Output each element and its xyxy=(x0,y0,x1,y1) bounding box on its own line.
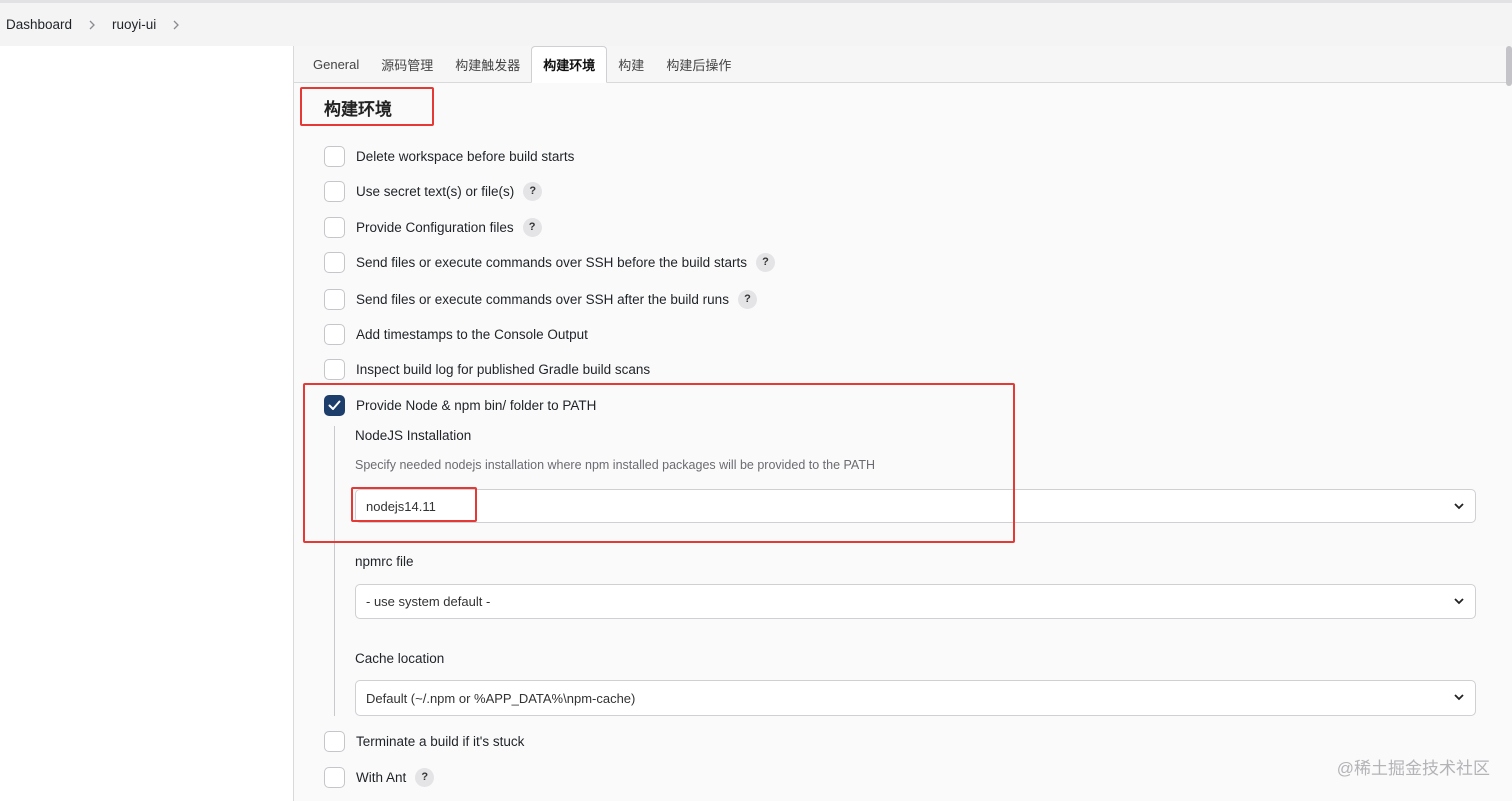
option-with-ant[interactable]: With Ant ? xyxy=(324,765,435,789)
tab-build[interactable]: 构建 xyxy=(607,46,655,82)
chevron-down-icon xyxy=(1454,694,1464,701)
tab-build-environment[interactable]: 构建环境 xyxy=(531,46,608,83)
option-gradle-scans[interactable]: Inspect build log for published Gradle b… xyxy=(324,357,650,381)
npmrc-value: - use system default - xyxy=(366,594,491,609)
checkbox[interactable] xyxy=(324,288,345,310)
option-secret-text[interactable]: Use secret text(s) or file(s) ? xyxy=(324,179,543,203)
tab-build-triggers[interactable]: 构建触发器 xyxy=(444,46,531,82)
check-icon xyxy=(328,400,341,410)
help-icon[interactable]: ? xyxy=(415,767,435,787)
option-label: Inspect build log for published Gradle b… xyxy=(356,361,651,377)
chevron-right-icon xyxy=(88,20,96,30)
option-label: Terminate a build if it's stuck xyxy=(356,733,525,749)
option-terminate-stuck[interactable]: Terminate a build if it's stuck xyxy=(324,729,524,753)
cache-location-select[interactable]: Default (~/.npm or %APP_DATA%\npm-cache) xyxy=(355,680,1476,716)
scrollbar[interactable] xyxy=(1506,46,1512,86)
npmrc-label: npmrc file xyxy=(355,554,414,569)
option-ssh-after[interactable]: Send files or execute commands over SSH … xyxy=(324,287,757,311)
breadcrumb-project[interactable]: ruoyi-ui xyxy=(112,17,156,32)
checkbox[interactable] xyxy=(324,145,345,167)
checkbox[interactable] xyxy=(324,730,345,752)
npmrc-select[interactable]: - use system default - xyxy=(355,584,1476,619)
option-delete-workspace[interactable]: Delete workspace before build starts xyxy=(324,144,574,168)
help-icon[interactable]: ? xyxy=(523,181,543,201)
nodejs-installation-desc: Specify needed nodejs installation where… xyxy=(355,458,875,472)
nodejs-installation-select[interactable]: nodejs14.11 xyxy=(355,489,1476,523)
config-main: General 源码管理 构建触发器 构建环境 构建 构建后操作 构建环境 De… xyxy=(294,46,1512,801)
option-label: Provide Configuration files xyxy=(356,219,514,235)
nodejs-installation-value: nodejs14.11 xyxy=(366,498,436,514)
tab-source-management[interactable]: 源码管理 xyxy=(370,46,444,82)
breadcrumb-dashboard[interactable]: Dashboard xyxy=(6,17,72,32)
checkbox[interactable] xyxy=(324,180,345,202)
chevron-right-icon[interactable] xyxy=(172,20,180,30)
option-label: Add timestamps to the Console Output xyxy=(356,326,588,342)
chevron-down-icon xyxy=(1454,503,1464,510)
option-timestamps[interactable]: Add timestamps to the Console Output xyxy=(324,322,588,346)
tab-post-build[interactable]: 构建后操作 xyxy=(655,46,742,82)
checkbox-checked[interactable] xyxy=(324,394,345,416)
option-label: With Ant xyxy=(356,769,407,785)
nodejs-installation-label: NodeJS Installation xyxy=(355,428,472,443)
side-panel xyxy=(0,46,293,801)
help-icon[interactable]: ? xyxy=(737,289,757,309)
breadcrumb: Dashboard ruoyi-ui xyxy=(0,0,1512,46)
help-icon[interactable]: ? xyxy=(522,217,542,237)
option-label: Send files or execute commands over SSH … xyxy=(356,291,729,307)
option-ssh-before[interactable]: Send files or execute commands over SSH … xyxy=(324,250,775,274)
tab-general[interactable]: General xyxy=(302,46,370,82)
option-label: Use secret text(s) or file(s) xyxy=(356,183,515,199)
option-label: Send files or execute commands over SSH … xyxy=(356,254,747,270)
config-tabs: General 源码管理 构建触发器 构建环境 构建 构建后操作 xyxy=(294,46,1512,83)
nested-rail xyxy=(334,426,335,716)
help-icon[interactable]: ? xyxy=(755,252,775,272)
chevron-down-icon xyxy=(1454,598,1464,605)
section-title: 构建环境 xyxy=(324,100,392,119)
watermark: @稀土掘金技术社区 xyxy=(1336,759,1490,778)
checkbox[interactable] xyxy=(324,358,345,380)
option-label: Delete workspace before build starts xyxy=(356,148,575,164)
checkbox[interactable] xyxy=(324,251,345,273)
option-config-files[interactable]: Provide Configuration files ? xyxy=(324,215,542,239)
option-label: Provide Node & npm bin/ folder to PATH xyxy=(356,397,597,413)
option-node-path[interactable]: Provide Node & npm bin/ folder to PATH xyxy=(324,393,596,417)
checkbox[interactable] xyxy=(324,216,345,238)
cache-location-value: Default (~/.npm or %APP_DATA%\npm-cache) xyxy=(366,690,636,706)
cache-location-label: Cache location xyxy=(355,651,445,666)
checkbox[interactable] xyxy=(324,766,345,788)
checkbox[interactable] xyxy=(324,323,345,345)
